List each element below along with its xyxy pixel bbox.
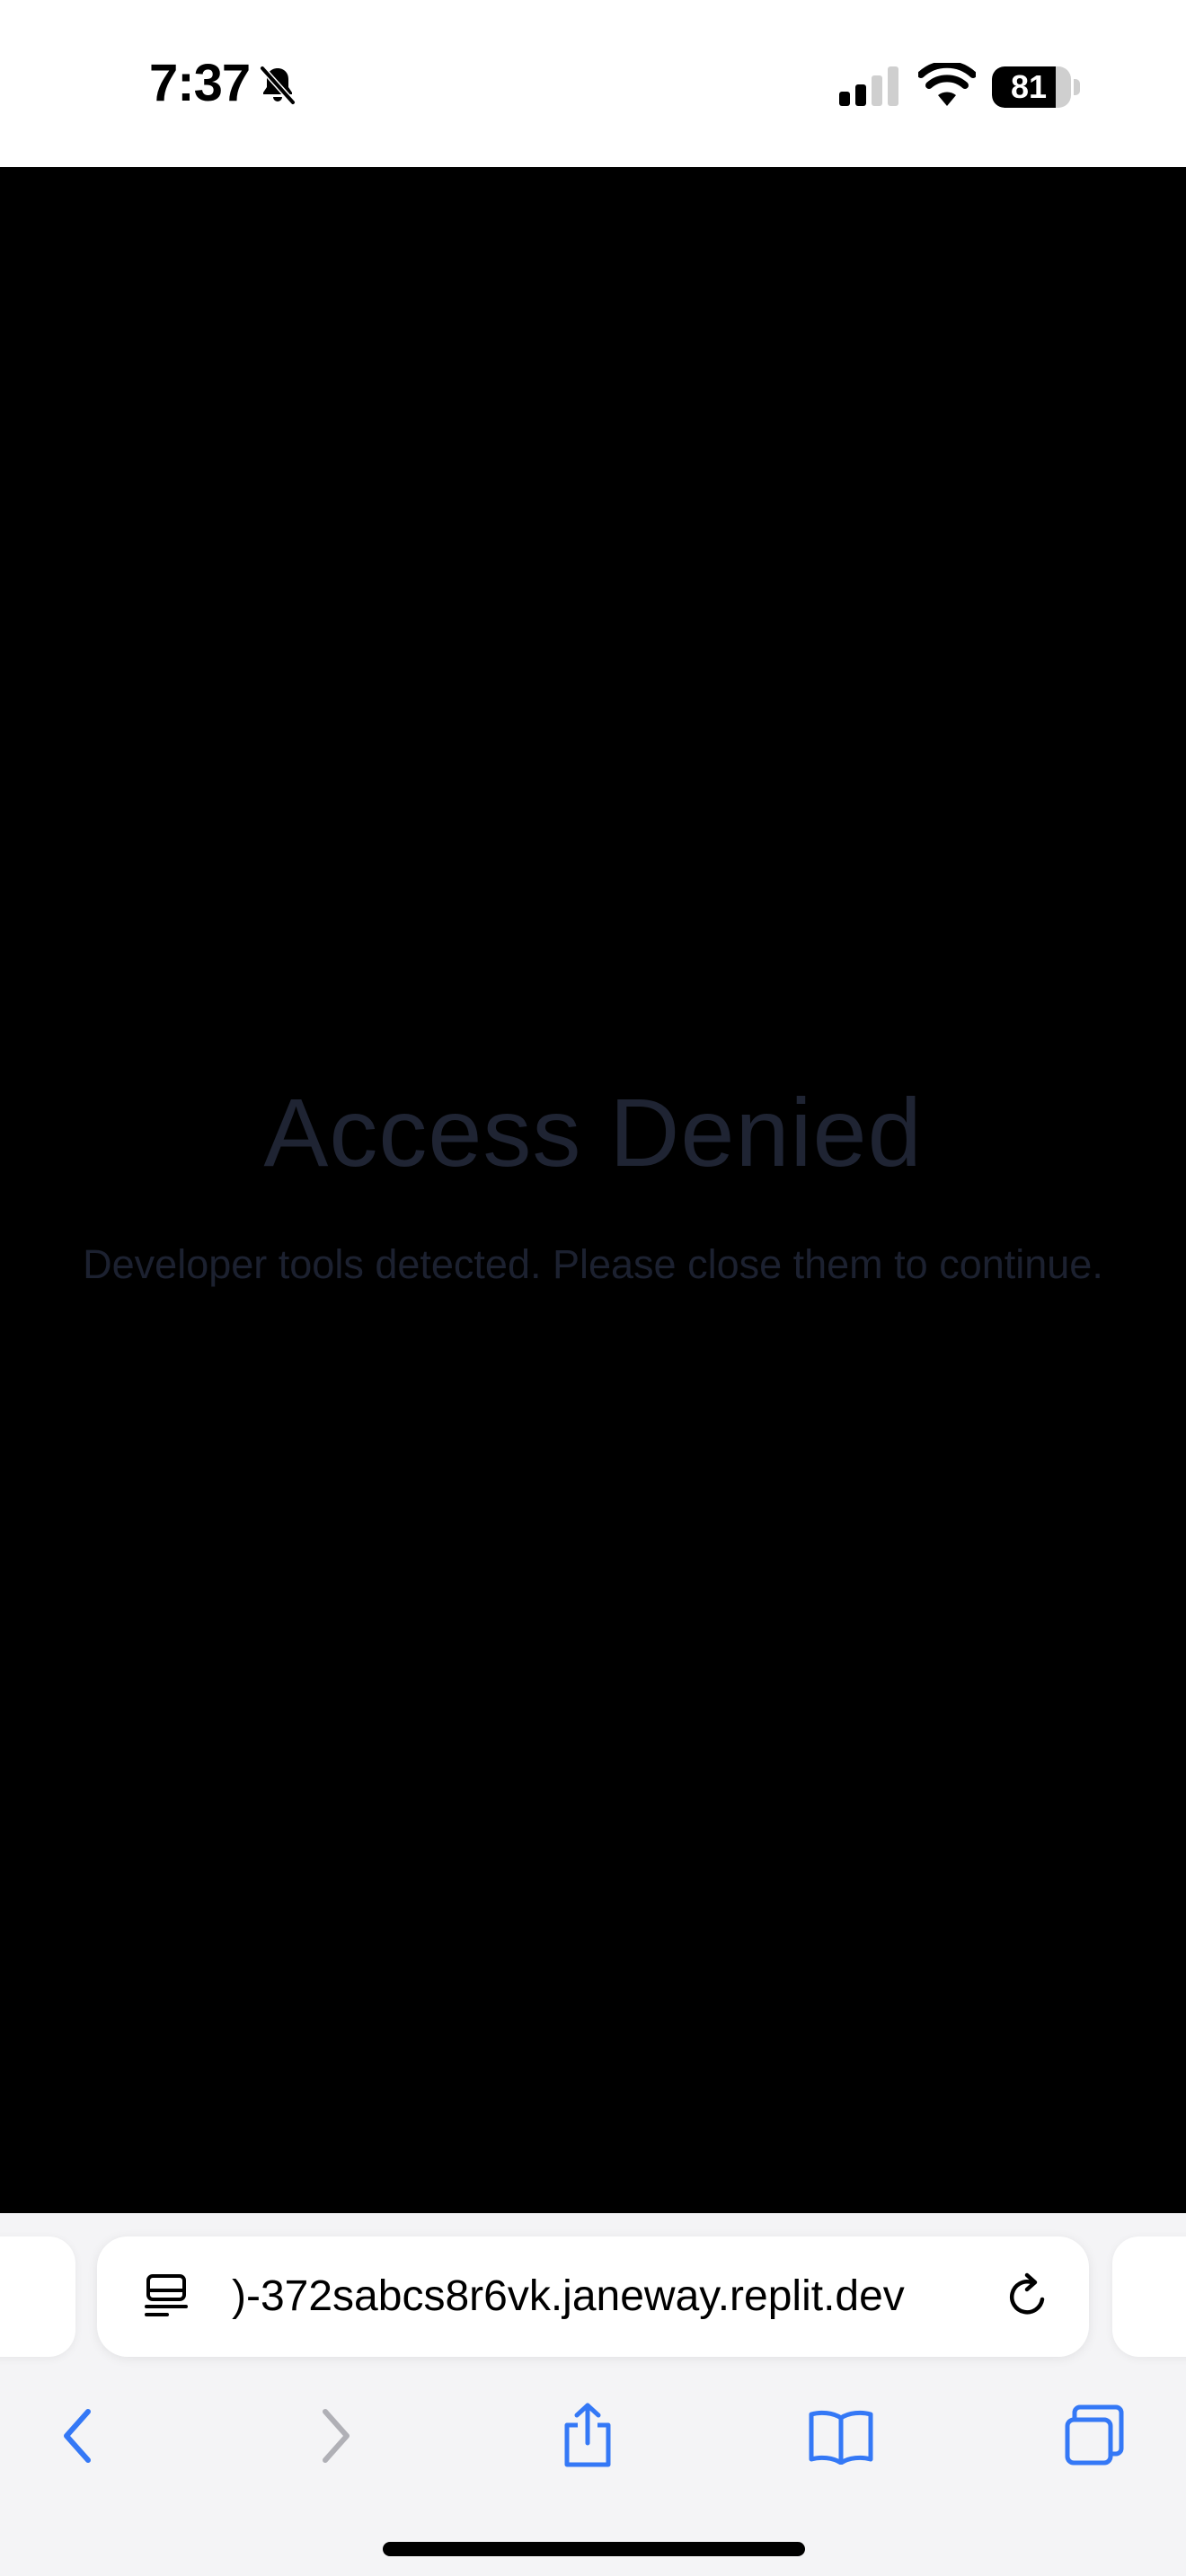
url-text[interactable]: )-372sabcs8r6vk.janeway.replit.dev xyxy=(232,2267,983,2326)
wifi-icon xyxy=(918,63,976,106)
battery-indicator: 81 xyxy=(992,66,1071,108)
previous-tab-peek[interactable] xyxy=(0,2236,75,2357)
home-indicator xyxy=(383,2542,805,2556)
share-icon xyxy=(564,2403,611,2467)
next-tab-peek[interactable] xyxy=(1112,2236,1186,2357)
page-title: Access Denied xyxy=(263,1078,923,1187)
tabs-button[interactable] xyxy=(1051,2393,1137,2479)
web-content: Access Denied Developer tools detected. … xyxy=(0,167,1186,2213)
bell-slash-icon xyxy=(259,65,296,106)
bookmarks-button[interactable] xyxy=(798,2393,884,2479)
chevron-right-icon xyxy=(323,2409,350,2463)
cellular-signal-icon xyxy=(839,66,898,106)
tabs-icon xyxy=(1065,2404,1124,2466)
status-time: 7:37 xyxy=(149,54,251,112)
status-bar: 7:37 81 xyxy=(0,0,1186,167)
book-icon xyxy=(809,2410,873,2465)
back-button[interactable] xyxy=(34,2393,120,2479)
share-button[interactable] xyxy=(544,2393,631,2479)
battery-level: 81 xyxy=(1010,68,1048,105)
forward-button[interactable] xyxy=(293,2393,379,2479)
address-bar[interactable]: )-372sabcs8r6vk.janeway.replit.dev xyxy=(97,2236,1089,2357)
reload-icon[interactable] xyxy=(1005,2272,1053,2321)
battery-cap xyxy=(1074,79,1080,95)
browser-toolbar: )-372sabcs8r6vk.janeway.replit.dev xyxy=(0,2213,1186,2576)
page-message: Developer tools detected. Please close t… xyxy=(83,1241,1103,1287)
chevron-left-icon xyxy=(64,2409,91,2463)
page-menu-icon[interactable] xyxy=(144,2272,189,2321)
